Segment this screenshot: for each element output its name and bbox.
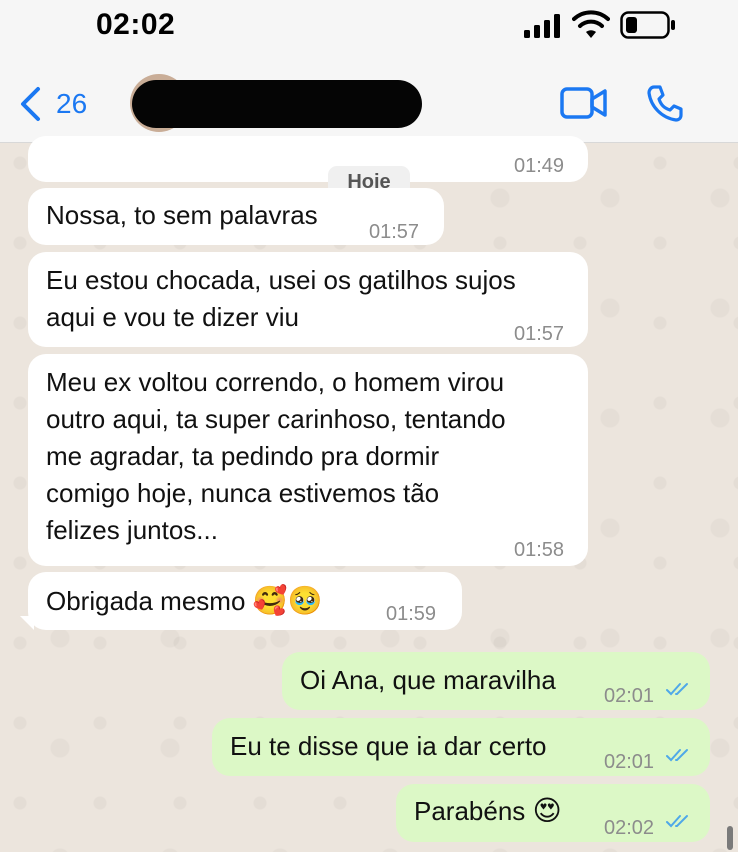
chevron-left-icon <box>21 87 40 121</box>
message-time: 01:58 <box>514 539 565 561</box>
message-time: 02:01 <box>604 685 655 707</box>
message-time: 01:59 <box>386 603 437 625</box>
message-text-line: felizes juntos... <box>46 515 218 545</box>
message-text: Nossa, to sem palavras <box>46 200 318 230</box>
message-text-line: outro aqui, ta super carinhoso, tentando <box>46 404 506 434</box>
message-text-line: Eu estou chocada, usei os gatilhos sujos <box>46 265 516 295</box>
message-bubble[interactable]: Meu ex voltou correndo, o homem virou ou… <box>28 354 588 566</box>
message-bubble[interactable]: Eu te disse que ia dar certo 02:01 <box>212 718 710 776</box>
contact-name-redaction <box>132 80 422 128</box>
message-text-line: comigo hoje, nunca estivemos tão <box>46 478 440 508</box>
message-time: 02:01 <box>604 751 655 773</box>
message-bubble[interactable]: Obrigada mesmo 🥰🥹 01:59 <box>28 572 462 630</box>
message-text: Parabéns 😍 <box>414 792 562 830</box>
message-text-body: Obrigada mesmo <box>46 586 246 616</box>
unread-count: 26 <box>56 88 88 119</box>
message-bubble[interactable]: 01:49 <box>28 136 588 182</box>
scrollbar[interactable] <box>727 826 733 850</box>
message-text-line: Meu ex voltou correndo, o homem virou <box>46 367 505 397</box>
back-button[interactable]: 26 <box>18 84 87 124</box>
cellular-signal-icon <box>524 14 560 38</box>
phone-icon[interactable] <box>646 84 684 122</box>
message-bubble[interactable]: Nossa, to sem palavras 01:57 <box>28 188 444 245</box>
top-bar: 02:02 26 <box>0 0 738 143</box>
bubble-tail <box>20 616 34 630</box>
message-text: Eu te disse que ia dar certo <box>230 731 547 761</box>
message-time: 02:02 <box>604 817 655 839</box>
message-text-line: me agradar, ta pedindo pra dormir <box>46 441 440 471</box>
battery-icon <box>620 11 675 39</box>
message-time: 01:57 <box>369 221 420 243</box>
wifi-icon <box>572 10 610 38</box>
message-time: 01:49 <box>514 155 565 177</box>
message-text: Obrigada mesmo 🥰🥹 <box>46 582 322 620</box>
message-text: Oi Ana, que maravilha <box>300 665 556 695</box>
message-text-line: aqui e vou te dizer viu <box>46 302 299 332</box>
message-text-body: Parabéns <box>414 796 526 826</box>
message-bubble[interactable]: Oi Ana, que maravilha 02:01 <box>282 652 710 710</box>
read-receipt-icon <box>666 749 688 762</box>
message-bubble[interactable]: Eu estou chocada, usei os gatilhos sujos… <box>28 252 588 347</box>
smiling-hearts-emoji-icon: 🥰🥹 <box>252 585 323 616</box>
read-receipt-icon <box>666 683 688 696</box>
message-bubble[interactable]: Parabéns 😍 02:02 <box>396 784 710 842</box>
heart-eyes-emoji-icon: 😍 <box>532 795 562 826</box>
video-camera-icon[interactable] <box>560 86 608 120</box>
read-receipt-icon <box>666 815 688 828</box>
message-time: 01:57 <box>514 323 565 345</box>
status-time: 02:02 <box>96 8 176 41</box>
